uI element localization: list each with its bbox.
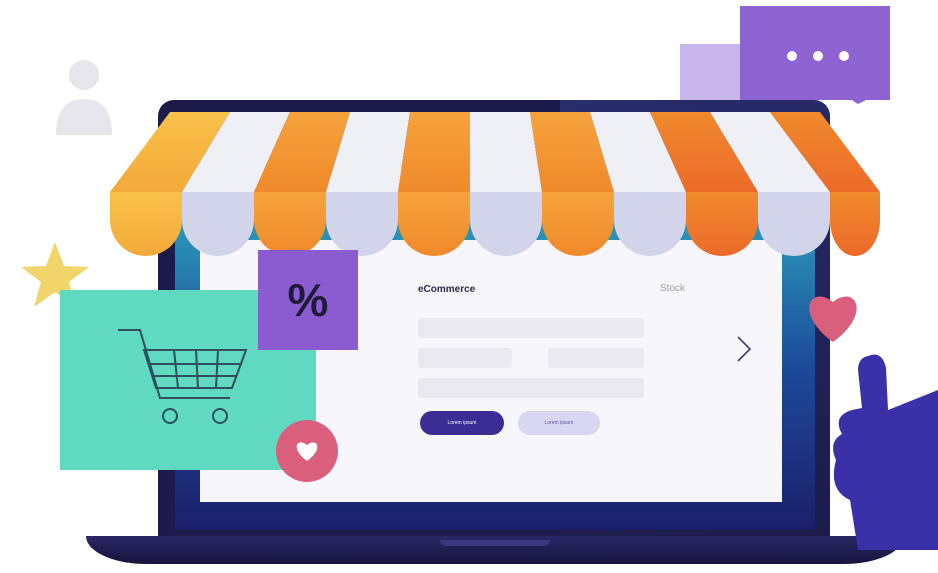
percent-icon: % (258, 250, 358, 350)
laptop-notch (440, 540, 550, 546)
heart-badge (276, 420, 338, 482)
panel-title: eCommerce (418, 284, 476, 295)
placeholder-bar (418, 348, 512, 368)
placeholder-bar (548, 348, 644, 368)
chevron-right-icon[interactable] (734, 334, 754, 364)
heart-icon (809, 296, 857, 342)
heart-icon (296, 442, 318, 461)
user-icon (56, 60, 112, 135)
stock-label: Stock (660, 283, 686, 294)
placeholder-bar (418, 378, 644, 398)
thumbs-up-icon (833, 354, 938, 550)
shopping-cart-icon (118, 329, 248, 424)
placeholder-bar (418, 318, 644, 338)
secondary-button[interactable]: Lorem ipsum (518, 411, 600, 435)
primary-button[interactable]: Lorem ipsum (420, 411, 504, 435)
chat-bubble-icon (740, 6, 890, 104)
shop-awning (110, 112, 880, 256)
